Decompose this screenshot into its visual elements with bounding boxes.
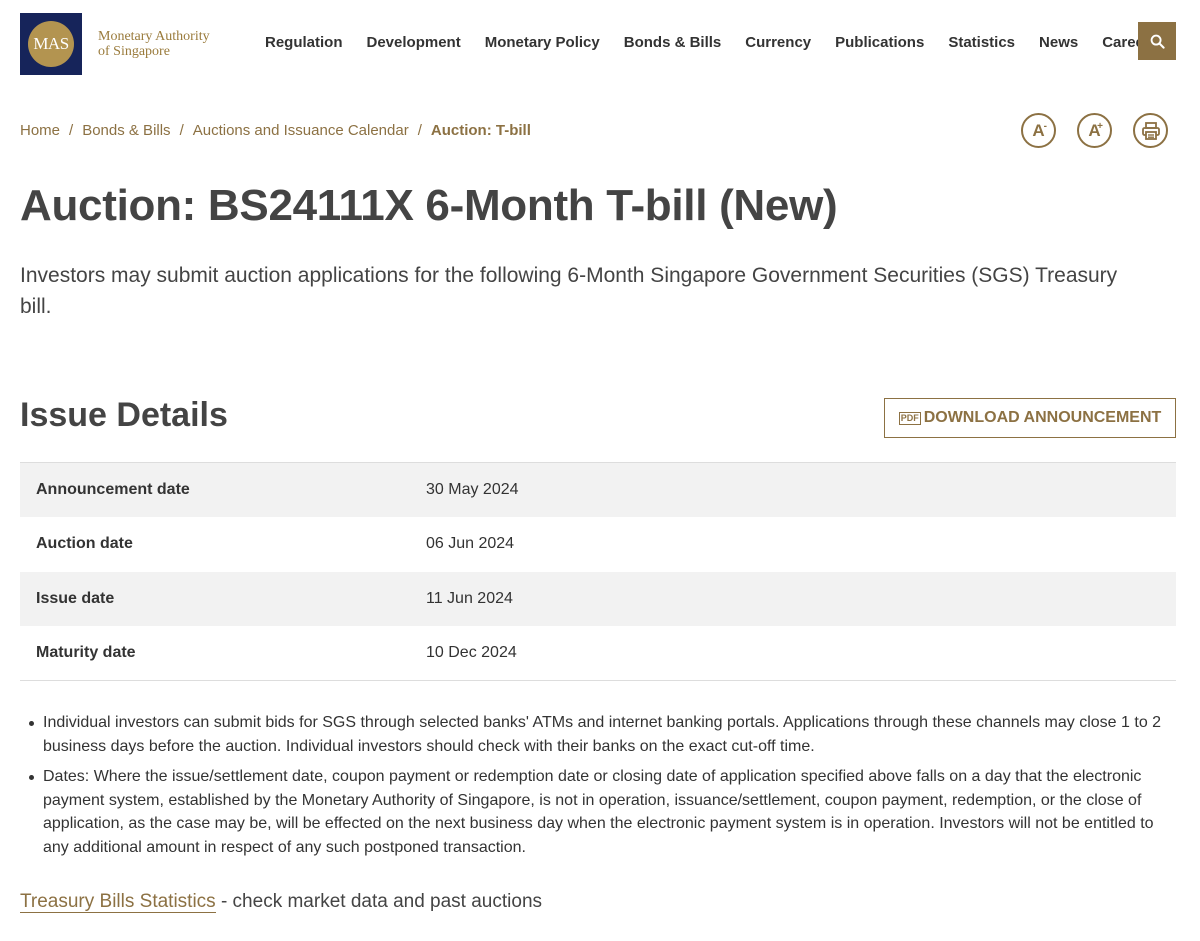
row-value: 10 Dec 2024 — [426, 643, 517, 661]
table-row: Maturity date 10 Dec 2024 — [20, 626, 1176, 680]
table-row: Announcement date 30 May 2024 — [20, 463, 1176, 518]
mas-logo[interactable]: MAS Monetary Authority of Singapore — [20, 13, 210, 75]
breadcrumb-separator: / — [417, 122, 422, 139]
logo-line-1: Monetary Authority — [98, 29, 210, 44]
nav-item-bonds-bills[interactable]: Bonds & Bills — [612, 34, 734, 51]
row-value: 06 Jun 2024 — [426, 535, 515, 553]
page-tools: A - A + — [1021, 113, 1168, 148]
breadcrumb-separator: / — [69, 122, 74, 139]
logo-seal: MAS — [28, 21, 74, 67]
pdf-icon: PDF — [898, 411, 921, 425]
list-item: Dates: Where the issue/settlement date, … — [20, 765, 1178, 859]
statistics-link-line: Treasury Bills Statistics - check market… — [20, 891, 542, 913]
breadcrumb-current: Auction: T-bill — [430, 122, 531, 139]
logo-line-2: of Singapore — [98, 44, 170, 59]
page-title: Auction: BS24111X 6-Month T-bill (New) — [20, 181, 838, 230]
nav-item-currency[interactable]: Currency — [733, 34, 823, 51]
row-value: 11 Jun 2024 — [426, 589, 513, 607]
decrease-font-button[interactable]: A - — [1021, 113, 1056, 148]
issue-details-table: Announcement date 30 May 2024 Auction da… — [20, 462, 1176, 681]
search-icon — [1150, 34, 1165, 49]
breadcrumb-home[interactable]: Home — [20, 122, 60, 139]
table-row: Auction date 06 Jun 2024 — [20, 517, 1176, 571]
breadcrumb-separator: / — [179, 122, 184, 139]
list-item: Individual investors can submit bids for… — [20, 711, 1178, 758]
notes-list: Individual investors can submit bids for… — [20, 711, 1178, 866]
nav-item-regulation[interactable]: Regulation — [253, 34, 355, 51]
increase-font-button[interactable]: A + — [1077, 113, 1112, 148]
download-announcement-label: DOWNLOAD ANNOUNCEMENT — [923, 409, 1162, 426]
nav-item-publications[interactable]: Publications — [823, 34, 936, 51]
breadcrumb-auctions-calendar[interactable]: Auctions and Issuance Calendar — [193, 122, 409, 139]
main-nav: Regulation Development Monetary Policy B… — [253, 0, 1170, 84]
download-announcement-button[interactable]: PDF DOWNLOAD ANNOUNCEMENT — [884, 398, 1176, 438]
increase-font-sign: + — [1097, 121, 1103, 132]
statistics-link-description: - check market data and past auctions — [215, 891, 543, 912]
nav-item-news[interactable]: News — [1027, 34, 1090, 51]
row-label: Auction date — [36, 535, 133, 553]
breadcrumb-bonds-bills[interactable]: Bonds & Bills — [82, 122, 170, 139]
logo-wordmark: Monetary Authority of Singapore — [98, 29, 210, 59]
issue-details-title: Issue Details — [20, 396, 228, 434]
row-value: 30 May 2024 — [426, 481, 519, 499]
logo-emblem: MAS — [20, 13, 82, 75]
print-button[interactable] — [1133, 113, 1168, 148]
nav-item-development[interactable]: Development — [355, 34, 473, 51]
decrease-font-sign: - — [1043, 121, 1047, 132]
treasury-bills-statistics-link[interactable]: Treasury Bills Statistics — [20, 891, 216, 913]
print-icon — [1141, 121, 1160, 140]
row-label: Issue date — [36, 589, 115, 607]
row-label: Announcement date — [36, 481, 190, 499]
nav-item-monetary-policy[interactable]: Monetary Policy — [473, 34, 612, 51]
logo-abbr: MAS — [33, 34, 69, 53]
table-row: Issue date 11 Jun 2024 — [20, 571, 1176, 626]
site-header: MAS Monetary Authority of Singapore Regu… — [0, 0, 1200, 84]
breadcrumb: Home / Bonds & Bills / Auctions and Issu… — [20, 122, 531, 139]
search-button[interactable] — [1138, 22, 1176, 60]
nav-item-statistics[interactable]: Statistics — [936, 34, 1027, 51]
page-intro: Investors may submit auction application… — [20, 264, 1118, 318]
row-label: Maturity date — [36, 643, 136, 661]
